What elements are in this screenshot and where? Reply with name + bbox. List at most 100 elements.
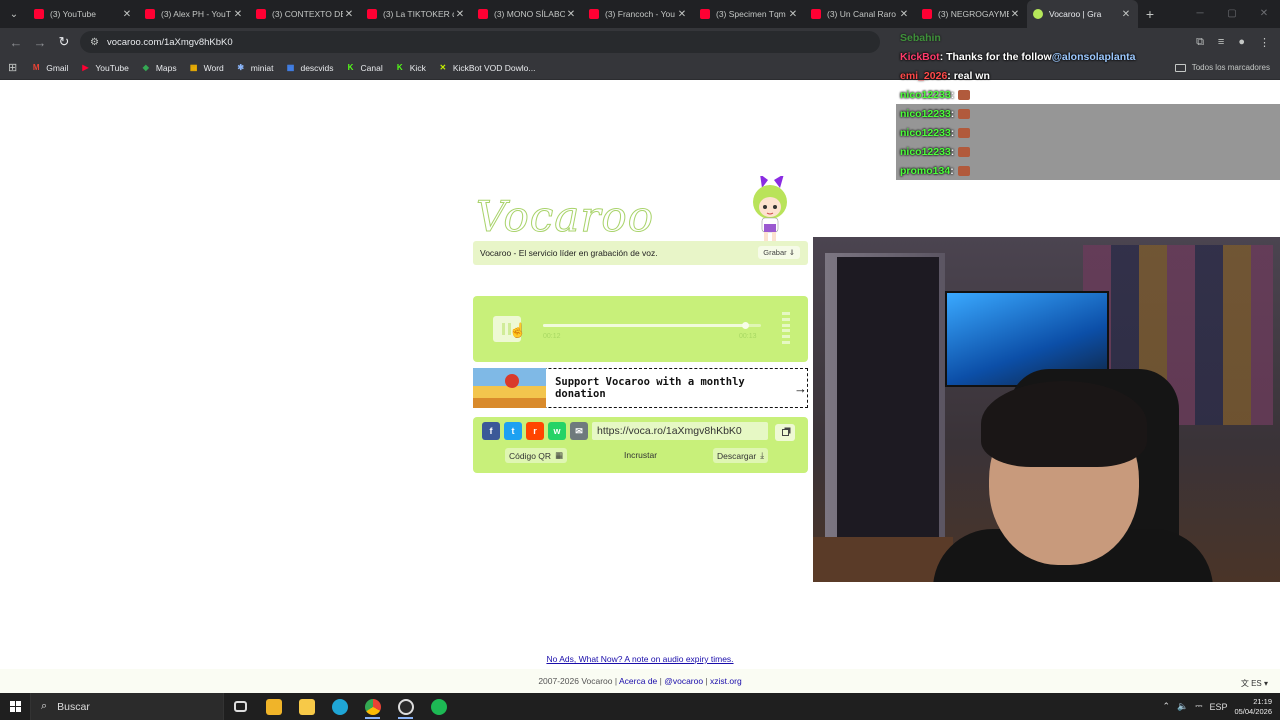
start-button[interactable] — [0, 701, 30, 712]
facebook-share-icon[interactable]: f — [482, 422, 500, 440]
browser-tab[interactable]: (3) Specimen Tqm ✕ — [694, 0, 805, 28]
browser-tab[interactable]: Vocaroo | Gra ✕ — [1027, 0, 1138, 28]
tagline-bar: Vocaroo - El servicio líder en grabación… — [473, 241, 808, 265]
copy-icon — [781, 429, 789, 436]
footer-handle-link[interactable]: @vocaroo — [664, 676, 703, 686]
close-tab-icon[interactable]: ✕ — [676, 9, 688, 20]
chat-username: nico12233 — [900, 88, 951, 101]
tray-language[interactable]: ESP — [1209, 702, 1227, 712]
donation-banner[interactable]: Support Vocaroo with a monthly donation … — [473, 367, 808, 408]
close-tab-icon[interactable]: ✕ — [1120, 9, 1132, 20]
bookmark-item[interactable]: M Gmail — [31, 63, 69, 73]
bookmark-favicon-icon: K — [396, 63, 403, 72]
minimize-icon[interactable]: ─ — [1184, 0, 1216, 28]
footer-site-link[interactable]: xzist.org — [710, 676, 742, 686]
chat-text: : — [950, 164, 954, 177]
copy-link-button[interactable] — [775, 424, 795, 441]
volume-icon[interactable]: 🔈 — [1177, 701, 1188, 712]
volume-slider[interactable] — [782, 312, 790, 344]
chrome-icon[interactable] — [356, 693, 389, 720]
bookmark-item[interactable]: ▦ descvids — [285, 62, 334, 73]
record-button[interactable]: Grabar ⇓ — [758, 246, 800, 259]
whatsapp-share-icon[interactable]: w — [548, 422, 566, 440]
browser-tab[interactable]: (3) La TIKTOKER q ✕ — [361, 0, 472, 28]
tab-title: (3) NEGROGAYME — [938, 9, 1009, 19]
bookmark-item[interactable]: ▶ YouTube — [80, 63, 128, 73]
twitter-share-icon[interactable]: t — [504, 422, 522, 440]
maximize-icon[interactable]: ▢ — [1216, 0, 1248, 28]
taskbar-search[interactable]: ⌕ Buscar — [30, 693, 224, 720]
vocaroo-logo[interactable]: Vocaroo — [476, 192, 654, 242]
file-explorer-icon[interactable] — [290, 693, 323, 720]
bookmark-label: descvids — [300, 62, 334, 73]
close-tab-icon[interactable]: ✕ — [343, 9, 355, 20]
download-button[interactable]: Descargar ⤓ — [713, 448, 768, 463]
bookmark-favicon-icon: ▶ — [82, 63, 89, 72]
close-tab-icon[interactable]: ✕ — [121, 9, 133, 20]
page-footer: 2007-2026 Vocaroo | Acerca de | @vocaroo… — [0, 669, 1280, 693]
seek-bar-knob[interactable] — [741, 322, 749, 329]
bookmark-list: M Gmail ▶ YouTube ◆ Maps ▦ Word ✱ miniat ▦ descvids… — [31, 63, 547, 73]
close-tab-icon[interactable]: ✕ — [232, 9, 244, 20]
browser-tab[interactable]: (3) NEGROGAYME ✕ — [916, 0, 1027, 28]
seek-bar[interactable] — [543, 322, 761, 329]
chat-message: nico12233 : — [896, 142, 1280, 161]
chat-emote-icon — [958, 89, 971, 100]
spotify-icon[interactable] — [422, 693, 455, 720]
close-tab-icon[interactable]: ✕ — [787, 9, 799, 20]
share-url-field[interactable]: https://voca.ro/1aXmgv8hKbK0 — [592, 422, 768, 440]
reload-icon[interactable]: ↻ — [52, 34, 76, 50]
bookmark-label: KickBot VOD Dowlo... — [452, 62, 536, 73]
bookmark-item[interactable]: K Kick — [395, 63, 426, 73]
embed-button[interactable]: Incrustar — [620, 448, 661, 462]
chat-username: emi_2026 — [900, 69, 948, 82]
email-share-icon[interactable]: ✉ — [570, 422, 588, 440]
chat-username: KickBot — [900, 50, 940, 63]
site-info-icon[interactable]: ⚙ — [90, 37, 99, 48]
close-tab-icon[interactable]: ✕ — [1009, 9, 1021, 20]
expiry-note-link[interactable]: No Ads, What Now? A note on audio expiry… — [0, 654, 1280, 664]
bookmark-item[interactable]: ▦ Word — [189, 63, 224, 73]
task-view-icon[interactable] — [224, 693, 257, 720]
clock[interactable]: 21:19 05/04/2026 — [1234, 697, 1272, 717]
close-tab-icon[interactable]: ✕ — [565, 9, 577, 20]
qr-code-button[interactable]: Código QR ▦ — [505, 448, 568, 463]
windows-taskbar: ⌕ Buscar ⌃ 🔈 ⎓ ESP 21:19 05/04/2026 — [0, 693, 1280, 720]
browser-tab[interactable]: (3) CONTEXTO DE ✕ — [250, 0, 361, 28]
browser-tab[interactable]: (3) Un Canal Raro ✕ — [805, 0, 916, 28]
browser-tab[interactable]: (3) Francoch - You ✕ — [583, 0, 694, 28]
youtube-favicon-icon — [367, 9, 377, 19]
close-tab-icon[interactable]: ✕ — [454, 9, 466, 20]
bookmark-label: miniat — [250, 62, 274, 73]
back-arrow-icon[interactable]: ← — [4, 35, 28, 50]
clock-time: 21:19 — [1253, 696, 1272, 706]
browser-tab[interactable]: (3) YouTube ✕ — [28, 0, 139, 28]
tab-list: (3) YouTube ✕ (3) Alex PH - YouT ✕ (3) CONTE… — [28, 0, 1138, 28]
download-label: Descargar — [717, 450, 757, 461]
close-window-icon[interactable]: ✕ — [1248, 0, 1280, 28]
address-bar[interactable]: ⚙ vocaroo.com/1aXmgv8hKbK0 — [80, 31, 880, 53]
obs-studio-icon[interactable] — [389, 693, 422, 720]
taskbar-search-placeholder: Buscar — [57, 700, 90, 713]
browser-tab[interactable]: (3) Alex PH - YouT ✕ — [139, 0, 250, 28]
bookmark-item[interactable]: ◆ Maps — [141, 63, 177, 73]
chat-message: emi_2026: real wn — [896, 66, 1280, 85]
browser-tab[interactable]: (3) MONO SÍLABO ✕ — [472, 0, 583, 28]
reddit-share-icon[interactable]: r — [526, 422, 544, 440]
tab-search-chevron-icon[interactable]: ⌄ — [0, 0, 28, 28]
bookmark-item[interactable]: K Canal — [346, 63, 383, 73]
show-hidden-icons-chevron[interactable]: ⌃ — [1162, 701, 1170, 712]
edge-browser-icon[interactable] — [323, 693, 356, 720]
apps-grid-icon[interactable]: ⊞ — [8, 61, 17, 74]
new-tab-plus-icon[interactable]: + — [1138, 6, 1162, 22]
forward-arrow-icon[interactable]: → — [28, 35, 52, 50]
network-icon[interactable]: ⎓ — [1195, 701, 1202, 712]
bookmark-item[interactable]: ✕ KickBot VOD Dowlo... — [438, 62, 536, 73]
microsoft-store-icon[interactable] — [257, 693, 290, 720]
language-selector[interactable]: 文 ES ▾ — [1241, 678, 1268, 689]
close-tab-icon[interactable]: ✕ — [898, 9, 910, 20]
youtube-favicon-icon — [145, 9, 155, 19]
bookmark-favicon-icon: ◆ — [142, 63, 149, 72]
bookmark-item[interactable]: ✱ miniat — [236, 62, 274, 73]
footer-about-link[interactable]: Acerca de — [619, 676, 657, 686]
